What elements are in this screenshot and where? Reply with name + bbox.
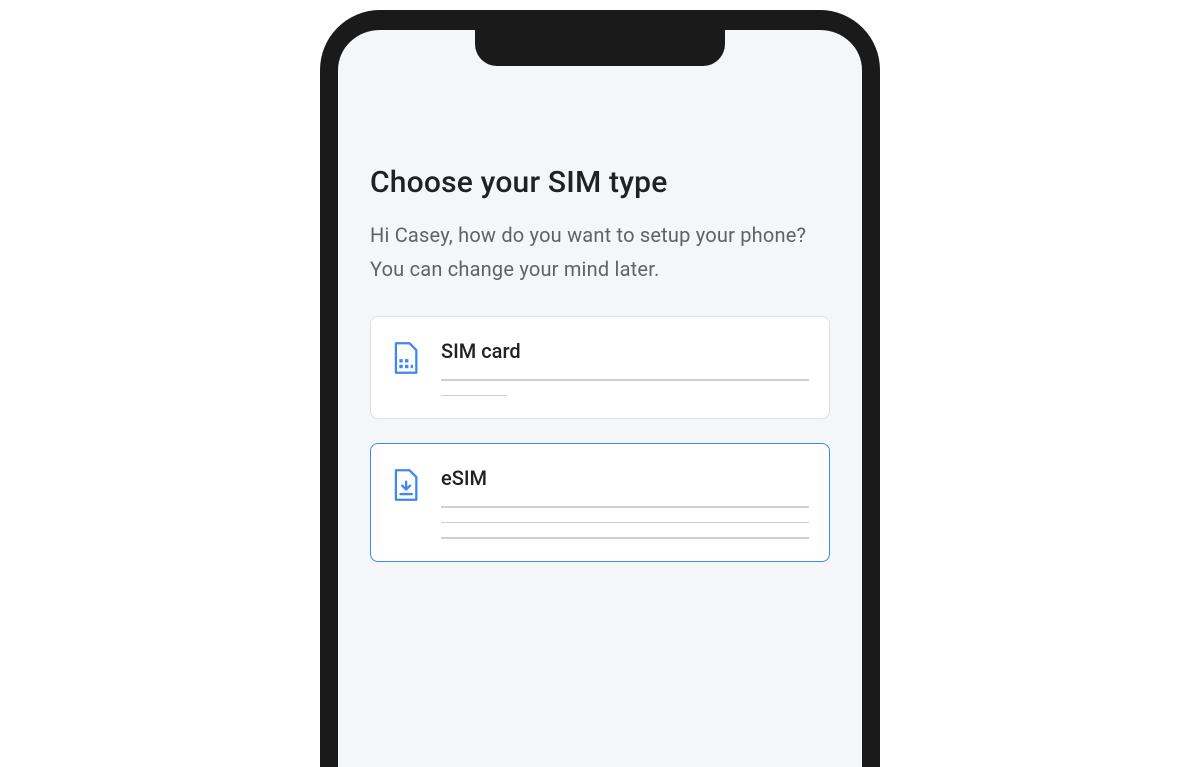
option-sim-card[interactable]: SIM card [370,316,830,419]
option-esim[interactable]: eSIM [370,443,830,562]
page-subtitle: Hi Casey, how do you want to setup your … [370,218,830,286]
placeholder-line [441,379,809,381]
sim-setup-screen: Choose your SIM type Hi Casey, how do yo… [338,30,862,562]
phone-notch [475,30,725,66]
option-label: eSIM [441,466,809,490]
placeholder-line [441,537,809,539]
placeholder-line [441,522,809,524]
esim-icon [391,468,419,502]
option-body: eSIM [441,466,809,539]
option-body: SIM card [441,339,809,396]
phone-frame: Choose your SIM type Hi Casey, how do yo… [320,10,880,767]
sim-card-icon [391,341,419,375]
placeholder-line [441,395,507,397]
placeholder-line [441,506,809,508]
page-title: Choose your SIM type [370,165,830,200]
option-label: SIM card [441,339,809,363]
